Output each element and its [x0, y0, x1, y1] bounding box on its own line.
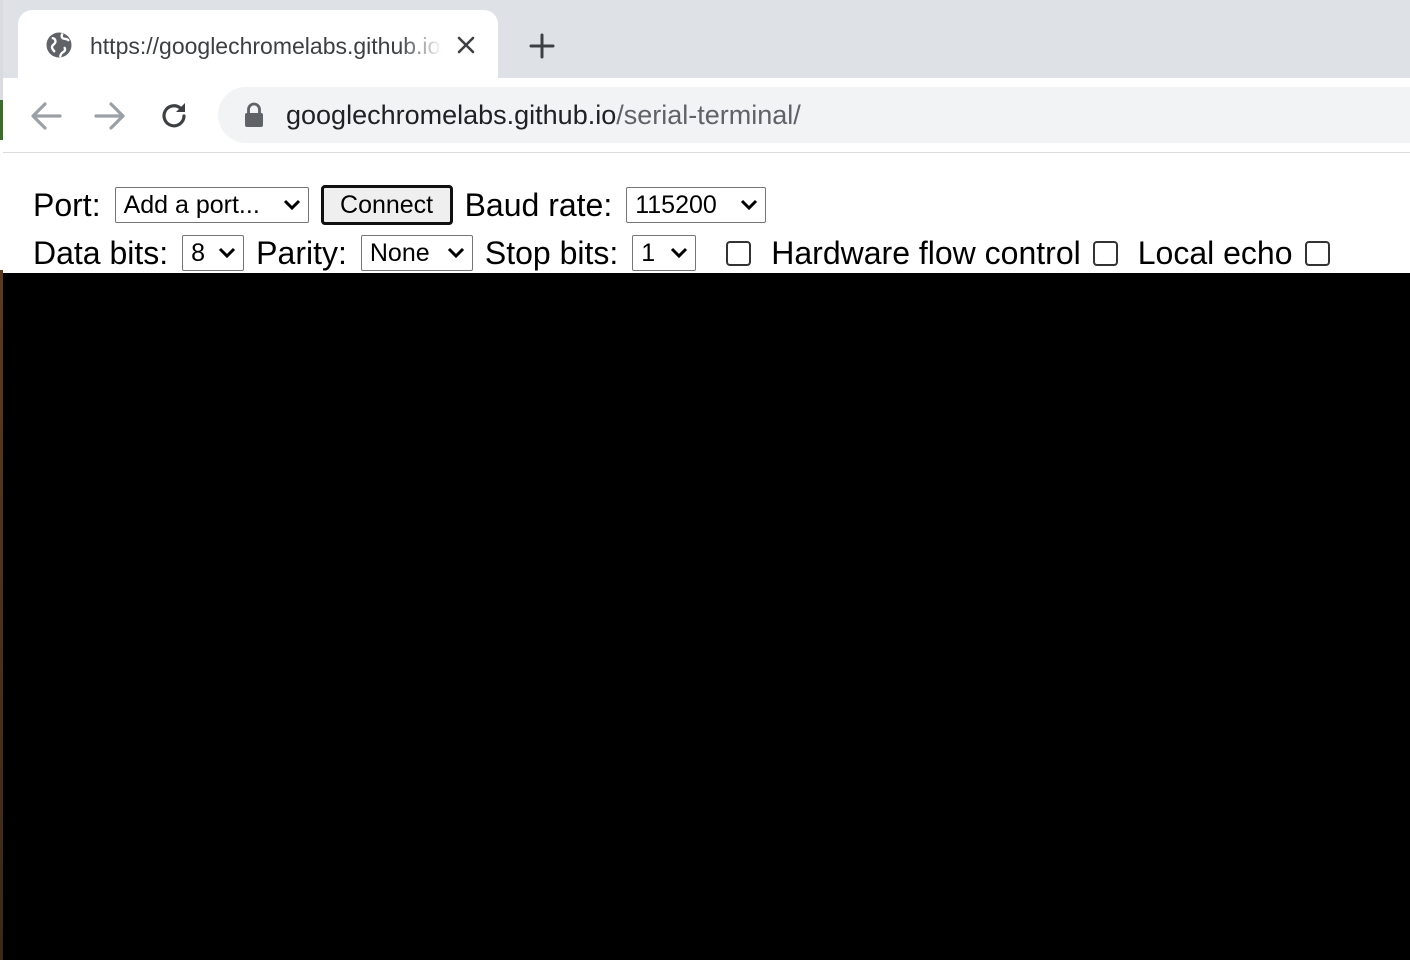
- plus-icon: [529, 33, 555, 59]
- data-bits-select[interactable]: 8: [182, 235, 245, 271]
- chevron-down-icon: [671, 247, 688, 259]
- additional-option-checkbox[interactable]: [1304, 240, 1330, 266]
- url-text: googlechromelabs.github.io/serial-termin…: [286, 99, 801, 131]
- tab-strip: https://googlechromelabs.github.io/seria…: [0, 0, 1410, 78]
- desktop-background-edge: [0, 0, 3, 960]
- browser-window: https://googlechromelabs.github.io/seria…: [0, 0, 1410, 960]
- tab-title: https://googlechromelabs.github.io/seria…: [90, 33, 442, 59]
- port-select[interactable]: Add a port...: [114, 187, 309, 223]
- reload-icon: [162, 103, 186, 128]
- connection-controls-row: Port: Add a port... Connect Baud rate: 1…: [33, 185, 778, 225]
- url-host: googlechromelabs.github.io: [286, 100, 617, 130]
- stop-bits-select[interactable]: 1: [632, 235, 697, 271]
- url-path: /serial-terminal/: [616, 100, 801, 130]
- baud-rate-select-value: 115200: [635, 190, 717, 219]
- port-label: Port:: [33, 186, 101, 223]
- baud-rate-select[interactable]: 115200: [626, 187, 767, 223]
- stop-bits-label: Stop bits:: [484, 234, 619, 271]
- connect-button[interactable]: Connect: [320, 185, 453, 225]
- serial-options-row: Data bits: 8 Parity: None Stop bits: 1 H…: [33, 233, 1350, 273]
- parity-select[interactable]: None: [360, 235, 473, 271]
- parity-select-value: None: [369, 238, 430, 267]
- local-echo-label: Local echo: [1137, 234, 1293, 271]
- reload-button[interactable]: [154, 96, 194, 136]
- terminal-area[interactable]: [0, 273, 1410, 960]
- tab-close-button[interactable]: [451, 30, 481, 60]
- browser-tab[interactable]: https://googlechromelabs.github.io/seria…: [18, 10, 498, 78]
- back-button[interactable]: [26, 96, 66, 136]
- local-echo-checkbox[interactable]: [1092, 240, 1118, 266]
- browser-toolbar: googlechromelabs.github.io/serial-termin…: [0, 78, 1410, 153]
- address-bar[interactable]: googlechromelabs.github.io/serial-termin…: [218, 87, 1410, 143]
- close-icon: [457, 36, 475, 54]
- data-bits-select-value: 8: [191, 238, 206, 267]
- hardware-flow-control-label: Hardware flow control: [771, 234, 1081, 271]
- parity-label: Parity:: [256, 234, 347, 271]
- chevron-down-icon: [447, 247, 464, 259]
- new-tab-button[interactable]: [524, 28, 560, 64]
- chevron-down-icon: [283, 199, 300, 211]
- baud-rate-label: Baud rate:: [464, 186, 613, 223]
- data-bits-label: Data bits:: [33, 234, 169, 271]
- chevron-down-icon: [741, 199, 758, 211]
- hardware-flow-control-checkbox[interactable]: [726, 240, 752, 266]
- port-select-value: Add a port...: [123, 190, 260, 219]
- arrow-left-icon: [31, 102, 62, 130]
- lock-icon[interactable]: [242, 102, 266, 128]
- forward-button[interactable]: [90, 96, 130, 136]
- chevron-down-icon: [219, 247, 236, 259]
- arrow-right-icon: [94, 102, 125, 130]
- page-content: Port: Add a port... Connect Baud rate: 1…: [0, 153, 1410, 960]
- globe-icon: [44, 30, 74, 60]
- stop-bits-select-value: 1: [641, 238, 656, 267]
